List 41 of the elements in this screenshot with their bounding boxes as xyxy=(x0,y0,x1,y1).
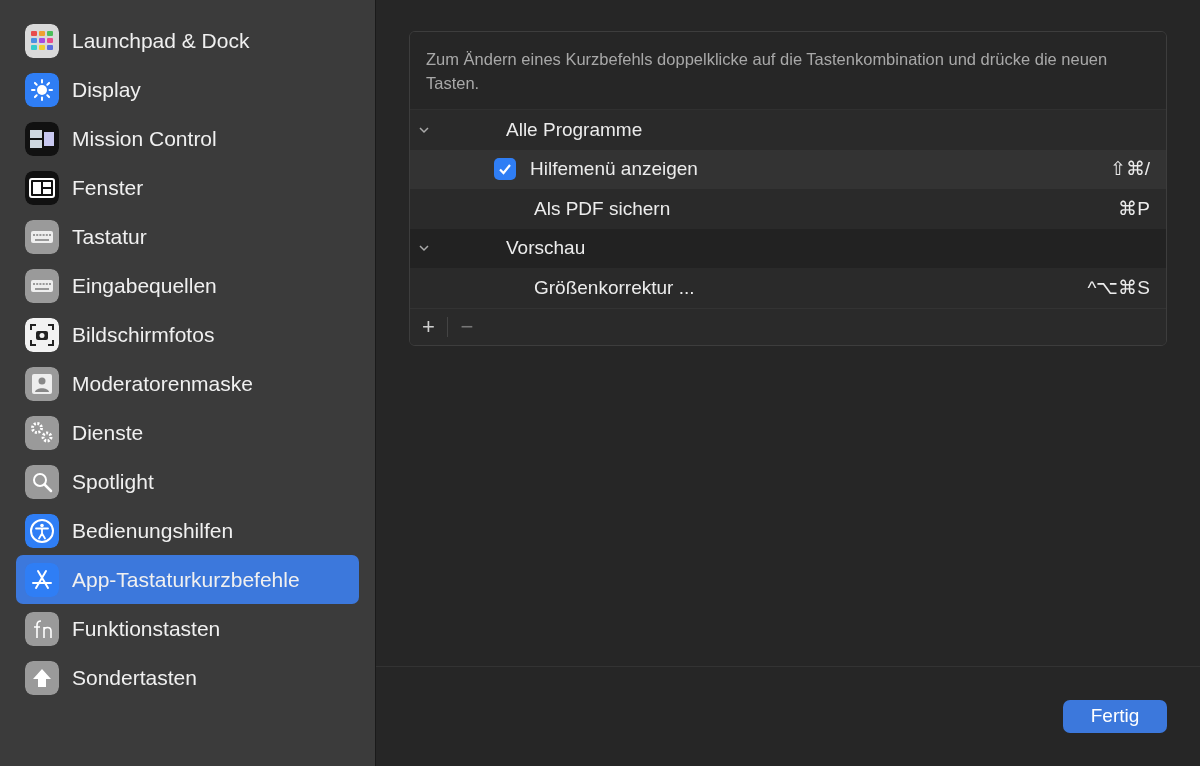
sidebar-item[interactable]: Spotlight xyxy=(16,457,359,506)
function-key-icon xyxy=(25,611,59,646)
person-icon xyxy=(25,366,59,401)
shortcut-label: Als PDF sichern xyxy=(534,196,671,221)
shortcut-row[interactable]: Als PDF sichern ⌘P xyxy=(410,189,1166,229)
sidebar-item[interactable]: Bildschirmfotos xyxy=(16,310,359,359)
shortcut-row[interactable]: Hilfemenü anzeigen ⇧⌘/ xyxy=(410,149,1166,189)
accessibility-icon xyxy=(25,513,59,548)
keyboard-icon xyxy=(25,268,59,303)
shortcut-row[interactable]: Größenkorrektur ... ^⌥⌘S xyxy=(410,268,1166,308)
sidebar-item[interactable]: Mission Control xyxy=(16,114,359,163)
shortcut-label: Hilfemenü anzeigen xyxy=(530,157,698,181)
sidebar-item[interactable]: Sondertasten xyxy=(16,653,359,702)
sidebar-item[interactable]: Fenster xyxy=(16,163,359,212)
windows-icon xyxy=(25,121,59,156)
key-combination[interactable]: ⌘P xyxy=(1118,194,1150,223)
add-button[interactable]: + xyxy=(410,316,448,337)
window-layout-icon xyxy=(25,170,59,205)
done-button[interactable]: Fertig xyxy=(1063,700,1167,733)
sidebar-item[interactable]: Bedienungshilfen xyxy=(16,506,359,555)
app-store-icon xyxy=(25,562,59,597)
gears-icon xyxy=(25,415,59,450)
sidebar-item[interactable]: Moderatorenmaske xyxy=(16,359,359,408)
group-label: Alle Programme xyxy=(506,117,643,142)
app-grid-icon xyxy=(25,23,59,58)
sidebar-item[interactable]: Eingabequellen xyxy=(16,261,359,310)
checkbox[interactable] xyxy=(494,158,516,181)
shortcut-label: Größenkorrektur ... xyxy=(534,275,695,300)
keyboard-icon xyxy=(25,219,59,254)
key-combination[interactable]: ⇧⌘/ xyxy=(1109,155,1150,184)
group-label: Vorschau xyxy=(506,236,586,260)
sidebar-item[interactable]: Dienste xyxy=(16,408,359,457)
sidebar-item[interactable]: Funktionstasten xyxy=(16,604,359,653)
screenshot-icon xyxy=(25,317,59,352)
sun-icon xyxy=(25,72,59,107)
sidebar-item[interactable]: Display xyxy=(16,65,359,114)
key-combination[interactable]: ^⌥⌘S xyxy=(1087,273,1150,302)
sidebar-item[interactable]: App-Tastaturkurzbefehle xyxy=(16,555,359,604)
search-icon xyxy=(25,464,59,499)
sidebar-item[interactable]: Launchpad & Dock xyxy=(16,16,359,65)
sidebar-item[interactable]: Tastatur xyxy=(16,212,359,261)
